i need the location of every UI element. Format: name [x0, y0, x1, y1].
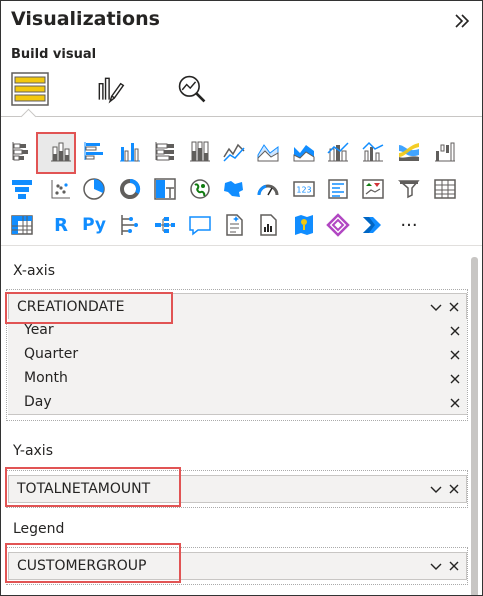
hierarchy-item-day[interactable]: Day	[8, 391, 467, 415]
qa-icon[interactable]	[187, 212, 213, 238]
pie-chart-icon[interactable]	[81, 176, 107, 202]
format-visual-tab[interactable]	[87, 69, 133, 113]
chevron-down-icon[interactable]	[430, 301, 442, 313]
smart-narrative-icon[interactable]	[221, 212, 247, 238]
hierarchy-item-month[interactable]: Month	[8, 367, 467, 391]
legend-field-highlight	[5, 543, 181, 583]
table-icon[interactable]	[432, 176, 458, 202]
x-axis-field-highlight	[5, 292, 173, 324]
gallery-divider	[1, 245, 482, 246]
gauge-icon[interactable]	[255, 176, 281, 202]
azure-map-icon[interactable]	[291, 212, 317, 238]
slicer-icon[interactable]	[396, 176, 422, 202]
r-visual-icon[interactable]: R	[48, 212, 74, 238]
hierarchy-item-quarter[interactable]: Quarter	[8, 343, 467, 367]
donut-chart-icon[interactable]	[117, 176, 143, 202]
x-axis-label: X-axis	[13, 263, 55, 279]
key-influencers-icon[interactable]	[117, 212, 143, 238]
close-icon[interactable]	[448, 301, 460, 313]
pane-title: Visualizations	[11, 8, 160, 30]
close-icon[interactable]	[449, 373, 461, 385]
hierarchy-item-label: Year	[24, 322, 54, 338]
chevron-down-icon[interactable]	[430, 560, 442, 572]
build-visual-label: Build visual	[11, 47, 97, 62]
close-icon[interactable]	[449, 349, 461, 361]
more-visuals-label: ···	[400, 214, 418, 236]
matrix-icon[interactable]	[9, 212, 35, 238]
stacked-area-chart-icon[interactable]	[291, 138, 317, 164]
y-axis-label: Y-axis	[13, 443, 53, 459]
line-and-clustered-column-icon[interactable]	[360, 138, 386, 164]
filled-map-icon[interactable]	[221, 176, 247, 202]
close-icon[interactable]	[448, 483, 460, 495]
clustered-column-chart-icon[interactable]	[117, 138, 143, 164]
area-chart-icon[interactable]	[255, 138, 281, 164]
format-visual-icon	[94, 73, 126, 109]
scrollbar[interactable]	[471, 257, 478, 595]
hierarchy-item-label: Quarter	[24, 346, 79, 362]
legend-label: Legend	[13, 521, 65, 537]
python-visual-icon[interactable]: Py	[81, 212, 107, 238]
stacked-bar-chart-icon[interactable]	[9, 138, 35, 164]
scatter-chart-icon[interactable]	[48, 176, 74, 202]
stacked-column-chart-icon[interactable]	[48, 138, 74, 164]
paginated-report-icon[interactable]	[255, 212, 281, 238]
hierarchy-item-label: Day	[24, 394, 52, 410]
visualizations-pane: Visualizations Build visual 123 R Py ···…	[0, 0, 483, 596]
clustered-bar-chart-icon[interactable]	[81, 138, 107, 164]
hierarchy-item-label: Month	[24, 370, 68, 386]
svg-text:123: 123	[296, 186, 311, 195]
map-icon[interactable]	[187, 176, 213, 202]
treemap-icon[interactable]	[152, 176, 178, 202]
card-icon[interactable]: 123	[291, 176, 317, 202]
power-apps-icon[interactable]	[325, 212, 351, 238]
build-visual-icon	[10, 71, 50, 111]
analytics-tab[interactable]	[169, 69, 215, 113]
build-visual-tab[interactable]	[7, 69, 53, 113]
funnel-icon[interactable]	[9, 176, 35, 202]
r-visual-label: R	[54, 214, 68, 236]
tab-divider	[1, 116, 482, 117]
close-icon[interactable]	[448, 560, 460, 572]
decomposition-tree-icon[interactable]	[152, 212, 178, 238]
ribbon-chart-icon[interactable]	[396, 138, 422, 164]
chevron-down-icon[interactable]	[430, 483, 442, 495]
collapse-pane-icon[interactable]	[452, 11, 472, 31]
more-visuals-icon[interactable]: ···	[396, 212, 422, 238]
line-and-stacked-column-icon[interactable]	[325, 138, 351, 164]
line-chart-icon[interactable]	[221, 138, 247, 164]
kpi-icon[interactable]	[360, 176, 386, 202]
y-axis-field-highlight	[5, 467, 181, 507]
waterfall-chart-icon[interactable]	[432, 138, 458, 164]
close-icon[interactable]	[449, 397, 461, 409]
python-visual-label: Py	[82, 215, 106, 235]
100-stacked-column-chart-icon[interactable]	[187, 138, 213, 164]
multi-row-card-icon[interactable]	[325, 176, 351, 202]
100-stacked-bar-chart-icon[interactable]	[152, 138, 178, 164]
close-icon[interactable]	[449, 325, 461, 337]
analytics-icon	[176, 73, 208, 109]
power-automate-icon[interactable]	[360, 212, 386, 238]
